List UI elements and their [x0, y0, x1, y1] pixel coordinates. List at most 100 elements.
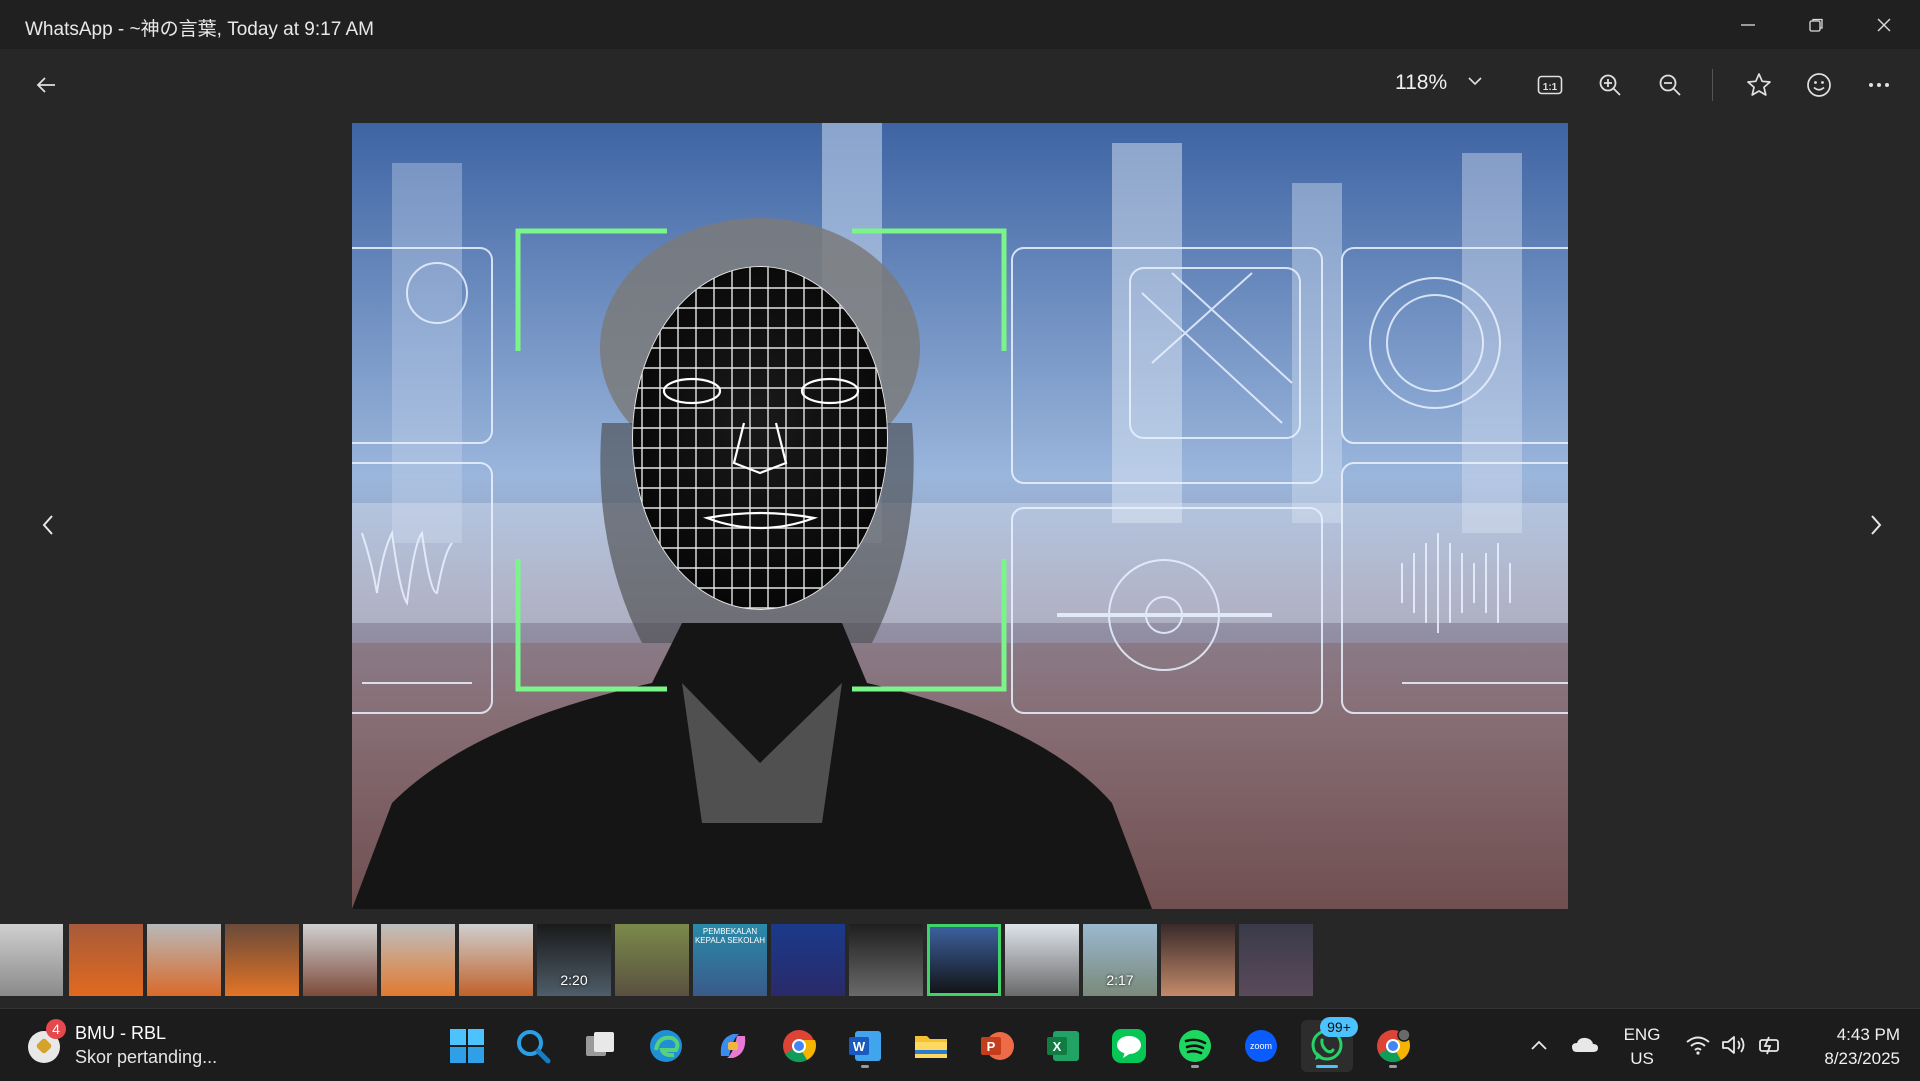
next-image-button[interactable] [1856, 500, 1896, 550]
taskbar-app-spotify[interactable] [1169, 1020, 1221, 1072]
react-button[interactable] [1797, 63, 1841, 107]
system-clock[interactable]: 4:43 PM 8/23/2025 [1790, 1023, 1900, 1071]
emoji-icon [1807, 73, 1831, 97]
running-indicator [861, 1065, 869, 1068]
taskbar-app-line[interactable] [1103, 1020, 1155, 1072]
start-button[interactable] [441, 1020, 493, 1072]
actual-size-button[interactable]: 1:1 [1528, 63, 1572, 107]
search-icon [517, 1030, 551, 1064]
back-button[interactable] [24, 63, 68, 107]
language-region: US [1630, 1049, 1654, 1068]
thumbnail[interactable] [303, 924, 377, 996]
zoom-level[interactable]: 118% [1395, 71, 1447, 95]
svg-text:X: X [1053, 1039, 1062, 1054]
spotify-icon [1179, 1030, 1211, 1062]
zoom-app-icon: zoom [1245, 1030, 1277, 1062]
selected-thumbnail[interactable] [927, 924, 1001, 996]
thumbnail[interactable] [459, 924, 533, 996]
restore-button[interactable] [1782, 0, 1850, 49]
minimize-icon [1741, 23, 1755, 26]
close-button[interactable] [1850, 0, 1918, 49]
task-view-button[interactable] [574, 1020, 626, 1072]
taskbar-app-file-explorer[interactable] [905, 1020, 957, 1072]
chrome-profile-icon [1377, 1028, 1411, 1063]
svg-text:P: P [987, 1039, 996, 1054]
svg-text:zoom: zoom [1250, 1041, 1272, 1051]
excel-icon: X [1047, 1031, 1079, 1061]
chevron-down-icon [1468, 77, 1482, 86]
taskbar-app-powerpoint[interactable]: P [971, 1020, 1023, 1072]
taskbar-app-chrome-profile[interactable] [1367, 1020, 1419, 1072]
line-icon [1112, 1029, 1146, 1063]
video-thumbnail[interactable]: 2:17 [1083, 924, 1157, 996]
thumbnail[interactable] [615, 924, 689, 996]
chevron-left-icon [42, 515, 53, 535]
zoom-out-icon [1659, 74, 1681, 96]
volume-button[interactable] [1718, 1019, 1750, 1071]
taskbar-app-word[interactable]: W [839, 1020, 891, 1072]
thumbnail[interactable] [225, 924, 299, 996]
thumbnail[interactable] [0, 924, 63, 996]
filmstrip: 2:20 PEMBEKALAN KEPALA SEKOLAH 2:17 [0, 924, 1920, 998]
thumbnail[interactable] [1161, 924, 1235, 996]
svg-text:1:1: 1:1 [1543, 82, 1558, 93]
taskbar: 4 BMU - RBL Skor pertanding... W P X zoo… [0, 1008, 1920, 1081]
chevron-right-icon [1871, 515, 1882, 535]
toolbar-divider [1712, 69, 1713, 101]
folder-icon [915, 1036, 947, 1058]
edge-icon [650, 1030, 682, 1062]
running-indicator [1191, 1065, 1199, 1068]
thumbnail[interactable] [381, 924, 455, 996]
face-recognition-image [352, 123, 1568, 909]
zoom-in-icon [1599, 74, 1621, 96]
chrome-icon [783, 1030, 817, 1063]
zoom-dropdown[interactable] [1466, 71, 1484, 94]
close-icon [1877, 18, 1891, 31]
language-code: ENG [1623, 1025, 1661, 1044]
zoom-in-button[interactable] [1588, 63, 1632, 107]
battery-button[interactable] [1754, 1019, 1786, 1071]
search-button[interactable] [507, 1020, 559, 1072]
taskbar-app-copilot[interactable] [707, 1020, 759, 1072]
powerpoint-icon: P [981, 1032, 1014, 1060]
taskbar-app-chrome[interactable] [773, 1020, 825, 1072]
thumbnail[interactable] [849, 924, 923, 996]
title-bar: WhatsApp - ~神の言葉, Today at 9:17 AM [0, 0, 1920, 49]
word-icon: W [849, 1031, 881, 1061]
taskbar-app-excel[interactable]: X [1037, 1020, 1089, 1072]
whatsapp-badge: 99+ [1320, 1017, 1358, 1037]
thumbnail[interactable] [771, 924, 845, 996]
windows-logo-icon [450, 1029, 484, 1063]
back-arrow-icon [36, 77, 55, 93]
thumbnail[interactable] [69, 924, 143, 996]
input-language[interactable]: ENG US [1612, 1023, 1672, 1071]
thumbnail[interactable] [1005, 924, 1079, 996]
more-options-button[interactable] [1857, 63, 1901, 107]
thumbnail[interactable] [1239, 924, 1313, 996]
notification-badge: 4 [46, 1019, 66, 1039]
image-viewer[interactable] [352, 123, 1568, 909]
taskbar-app-zoom[interactable]: zoom [1235, 1020, 1287, 1072]
video-thumbnail[interactable]: 2:20 [537, 924, 611, 996]
notification-text[interactable]: Skor pertanding... [75, 1047, 217, 1068]
cloud-icon [1572, 1037, 1598, 1052]
clock-date: 8/23/2025 [1824, 1049, 1900, 1068]
task-view-icon [586, 1032, 614, 1056]
notification-title[interactable]: BMU - RBL [75, 1023, 166, 1044]
network-button[interactable] [1682, 1019, 1714, 1071]
thumbnail[interactable]: PEMBEKALAN KEPALA SEKOLAH [693, 924, 767, 996]
zoom-out-button[interactable] [1648, 63, 1692, 107]
video-duration: 2:17 [1106, 972, 1134, 988]
thumbnail-caption: PEMBEKALAN KEPALA SEKOLAH [694, 927, 766, 945]
minimize-button[interactable] [1714, 0, 1782, 49]
video-duration: 2:20 [560, 972, 588, 988]
previous-image-button[interactable] [28, 500, 68, 550]
battery-charging-icon [1759, 1036, 1779, 1055]
onedrive-button[interactable] [1568, 1019, 1602, 1071]
window-title: WhatsApp - ~神の言葉, Today at 9:17 AM [25, 19, 375, 40]
chevron-up-icon [1531, 1040, 1547, 1050]
taskbar-app-edge[interactable] [640, 1020, 692, 1072]
thumbnail[interactable] [147, 924, 221, 996]
star-button[interactable] [1737, 63, 1781, 107]
show-hidden-icons-button[interactable] [1524, 1019, 1554, 1071]
